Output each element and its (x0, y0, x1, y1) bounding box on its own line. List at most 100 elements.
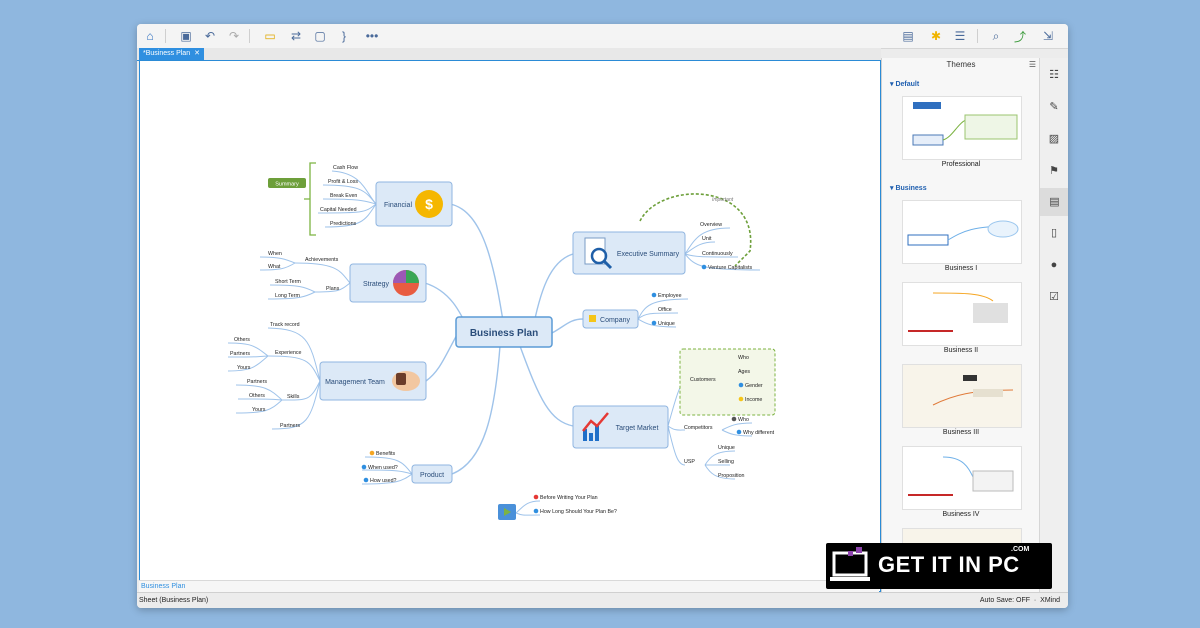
leaf-partners: Partners (247, 379, 267, 385)
tab-bar: *Business Plan ✕ (137, 48, 881, 61)
watermark-suffix: .COM (1011, 546, 1030, 553)
task-icon[interactable]: ☑ (1047, 290, 1061, 304)
group-label: Default (895, 81, 920, 88)
theme-icon[interactable]: ▤ (1040, 188, 1068, 216)
theme-name-business-ii: Business II (943, 347, 979, 354)
group-default[interactable]: ▾ Default (890, 80, 919, 88)
topic-icon[interactable]: ▭ (261, 27, 279, 45)
leaf-continuously: Continuously (702, 251, 733, 257)
leaf-office: Office (658, 307, 672, 313)
group-business[interactable]: ▾ Business (890, 184, 927, 192)
presentation-icon[interactable]: ▤ (899, 27, 917, 45)
leaf-long-term: Long Term (275, 293, 301, 299)
node-skills: Skills (287, 394, 300, 400)
marker-flag-icon[interactable]: ⚑ (1047, 164, 1061, 178)
toolbar-divider (977, 29, 978, 43)
leaf-others: Others (234, 337, 250, 343)
node-usp: USP (684, 459, 695, 465)
person-icon (738, 382, 744, 388)
export-icon[interactable]: ⇲ (1039, 27, 1057, 45)
executive-summary-topic[interactable]: Executive Summary (572, 231, 686, 275)
more-icon[interactable]: ••• (363, 27, 381, 45)
summary-icon[interactable]: } (335, 27, 353, 45)
leaf-profit-loss: Profit & Loss (328, 179, 358, 185)
save-icon[interactable]: ▣ (177, 27, 195, 45)
mindmap-svg: Summary Important Business Plan Financia… (227, 162, 776, 520)
image-icon[interactable]: ▨ (1047, 132, 1061, 146)
business-iv-preview (908, 456, 1014, 496)
info-icon (533, 508, 539, 514)
leaf-income: Income (745, 397, 762, 403)
lightbulb-icon[interactable]: ✱ (927, 27, 945, 45)
theme-thumb-business-iii[interactable] (902, 364, 1022, 428)
relationship-label: Important (712, 197, 734, 203)
outline-icon[interactable]: ☷ (1047, 68, 1061, 82)
leaf-predictions: Predictions (330, 221, 357, 227)
info-icon (363, 477, 369, 483)
notes-icon[interactable]: ▯ (1047, 226, 1061, 240)
branch-line (519, 345, 574, 427)
target-market-label: Target Market (616, 425, 659, 432)
star-icon (369, 450, 375, 456)
themes-title: Themes (946, 60, 976, 69)
strategy-topic[interactable]: Strategy (349, 263, 427, 303)
target-market-topic[interactable]: Target Market (572, 405, 669, 449)
product-label: Product (420, 472, 444, 479)
leaf-what: What (268, 264, 281, 270)
toolbar-divider (249, 29, 250, 43)
theme-name-business-iv: Business IV (942, 511, 980, 518)
financial-topic[interactable]: Financial $ (375, 181, 453, 227)
leaf-who: Who (738, 417, 749, 423)
theme-name-business-iii: Business III (942, 429, 980, 436)
branch-line (449, 203, 506, 334)
search-icon[interactable]: ⌕ (987, 27, 1005, 45)
relationship-icon[interactable]: ⇄ (287, 27, 305, 45)
status-right: Auto Save: OFF · XMind (979, 597, 1060, 604)
theme-thumb-professional[interactable] (902, 96, 1022, 160)
star-icon (533, 494, 539, 500)
product-topic[interactable]: Product (411, 464, 453, 484)
strategy-label: Strategy (363, 281, 390, 288)
business-iii-preview (932, 375, 1014, 406)
theme-thumb-business-iv[interactable] (902, 446, 1022, 510)
leaf-short-term: Short Term (275, 279, 301, 285)
home-icon[interactable]: ⌂ (141, 27, 159, 45)
company-topic[interactable]: Company (582, 309, 639, 329)
boundary-icon[interactable]: ▢ (311, 27, 329, 45)
mindmap-canvas[interactable]: Summary Important Business Plan Financia… (139, 61, 881, 592)
comment-icon[interactable]: ● (1047, 258, 1061, 272)
professional-preview (912, 102, 1018, 146)
panel-menu-icon[interactable]: ☰ (1029, 60, 1036, 69)
theme-thumb-business-i[interactable] (902, 200, 1022, 264)
format-brush-icon[interactable]: ✎ (1047, 100, 1061, 114)
person-icon (651, 292, 657, 298)
leaf-unique: Unique (718, 445, 735, 451)
node-track-record: Track record (270, 322, 300, 328)
autosave-status[interactable]: Auto Save: OFF (980, 597, 1030, 604)
status-bar: Sheet (Business Plan) Auto Save: OFF · X… (137, 592, 1068, 608)
leaf-selling: Selling (718, 459, 734, 465)
handshake-icon (392, 371, 420, 391)
tab-business-plan[interactable]: *Business Plan ✕ (139, 48, 204, 60)
summary-text: Summary (275, 182, 299, 188)
management-team-label: Management Team (325, 379, 385, 386)
group-label: Business (895, 185, 927, 192)
node-plans: Plans (326, 286, 340, 292)
management-team-topic[interactable]: Management Team (319, 361, 427, 401)
person-icon (731, 416, 737, 422)
redo-icon[interactable]: ↷ (225, 27, 243, 45)
theme-thumb-business-ii[interactable] (902, 282, 1022, 346)
outline-icon[interactable]: ☰ (951, 27, 969, 45)
share-icon[interactable]: ⤴ (1011, 27, 1029, 45)
branch-line (451, 345, 501, 475)
sheet-tab[interactable]: Business Plan (141, 581, 185, 592)
tab-title: *Business Plan (143, 50, 191, 57)
sheet-bar: Business Plan (139, 580, 879, 592)
close-icon[interactable]: ✕ (194, 50, 200, 57)
undo-icon[interactable]: ↶ (201, 27, 219, 45)
toolbar-divider (165, 29, 166, 43)
node-customers: Customers (690, 377, 716, 383)
leaf-when: When (268, 251, 282, 257)
leaf-venture-capitalists: Venture Capitalists (708, 265, 753, 271)
leaf-benefits: Benefits (376, 451, 395, 457)
